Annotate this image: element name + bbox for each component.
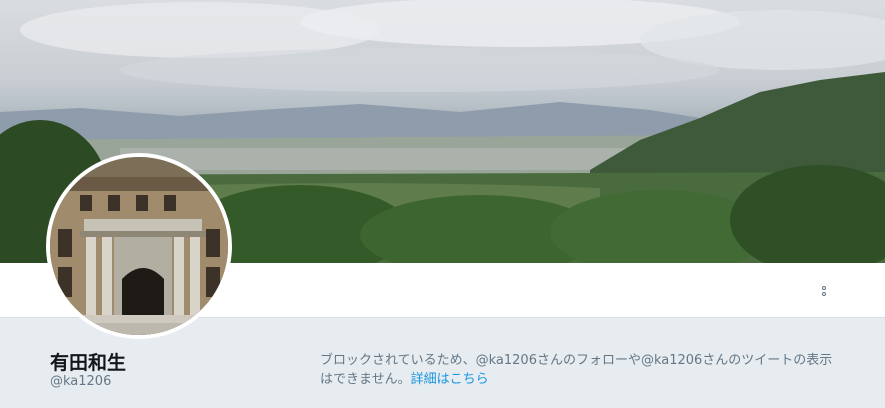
building-photo [50,157,228,335]
ellipsis-dot [822,286,826,290]
blocked-notice: ブロックされているため、@ka1206さんのフォローや@ka1206さんのツイー… [320,351,845,389]
profile-name[interactable]: 有田和生 [50,348,126,375]
ellipsis-dot [822,292,826,296]
profile-handle[interactable]: @ka1206 [50,374,111,389]
blocked-notice-text: ブロックされているため、@ka1206さんのフォローや@ka1206さんのツイー… [320,353,833,387]
learn-more-link[interactable]: 詳細はこちら [411,372,489,387]
more-options-icon[interactable] [814,281,834,301]
profile-avatar[interactable] [46,153,232,339]
